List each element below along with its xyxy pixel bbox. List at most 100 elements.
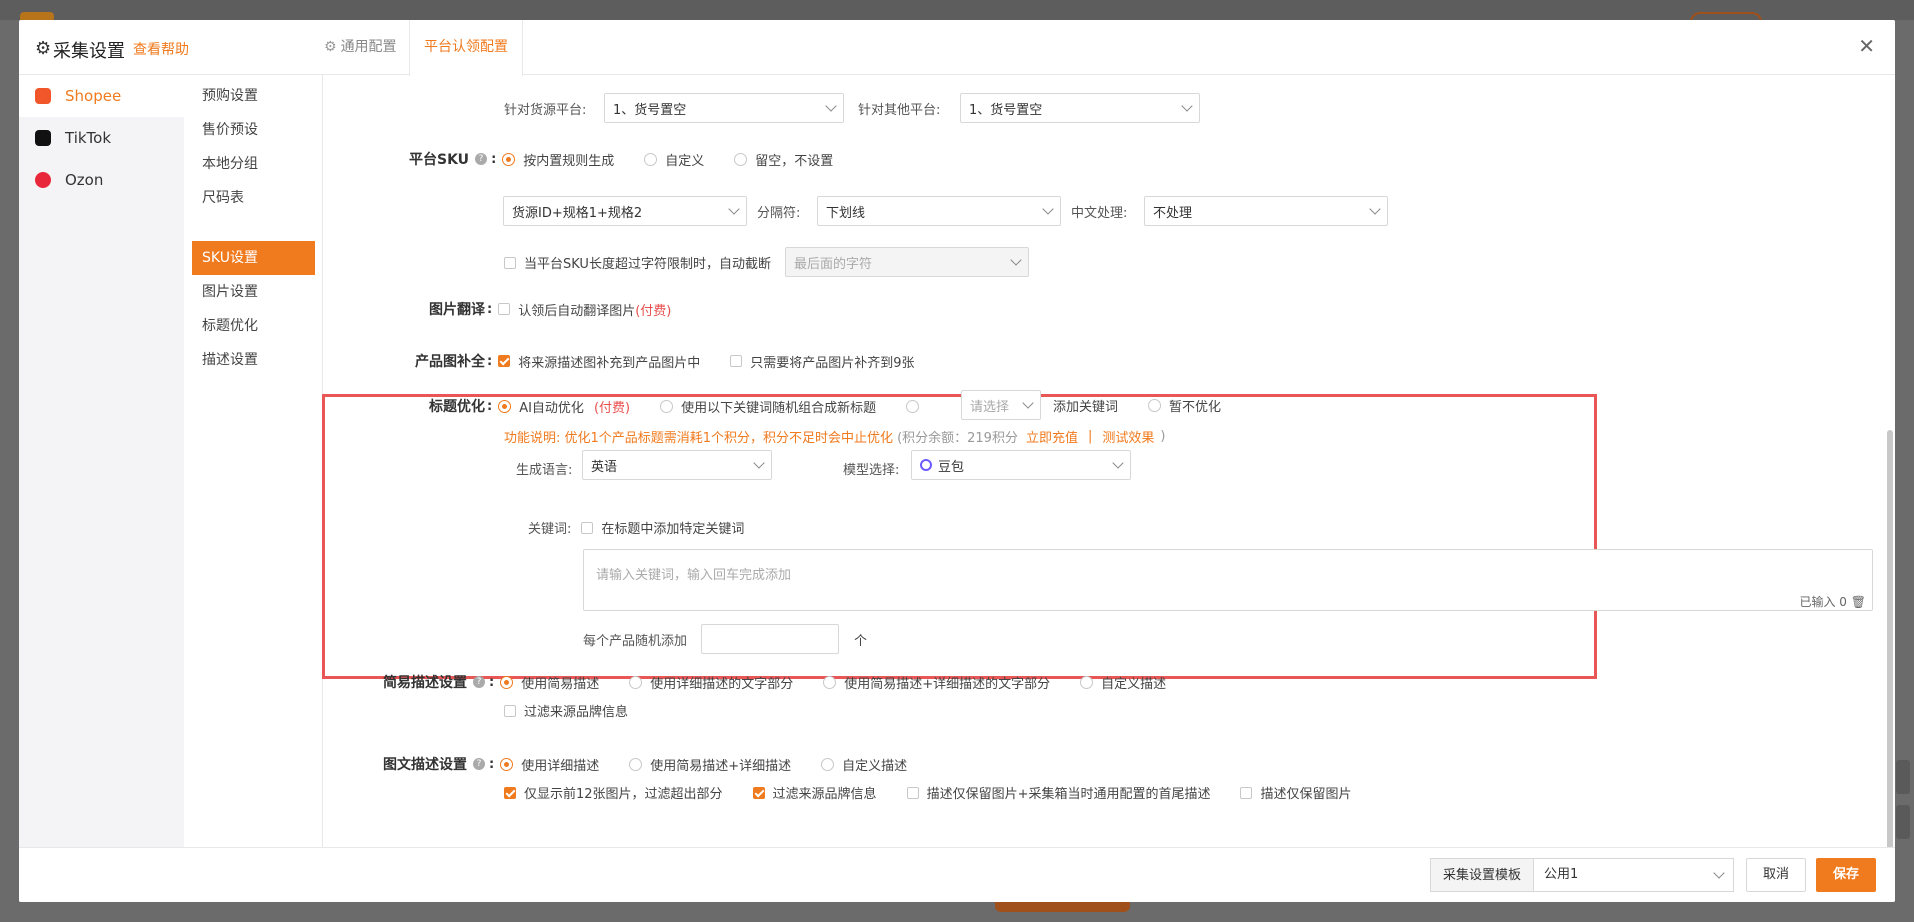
option-label: AI自动优化 [519,400,584,416]
sub-nav-item[interactable]: 售价预设 [192,113,315,147]
platform-sku-option[interactable]: 留空，不设置 [734,150,833,169]
platform-item-ozon[interactable]: Ozon [19,159,184,201]
model-select[interactable]: 豆包 [911,450,1131,480]
image-fill-option[interactable]: 只需要将产品图片补齐到9张 [730,352,915,371]
close-icon[interactable]: ✕ [1858,34,1875,58]
rich-desc-option[interactable]: 自定义描述 [821,755,907,774]
radio-icon [644,152,658,166]
truncate-select[interactable]: 最后面的字符 [785,247,1029,277]
rich-desc-check[interactable]: 过滤来源品牌信息 [752,783,877,802]
other-platform-select[interactable]: 1、货号置空 [960,93,1200,123]
separator-label: 分隔符: [757,206,801,221]
sub-nav-item[interactable]: 本地分组 [192,147,315,181]
sub-nav-item[interactable]: 预购设置 [192,79,315,113]
colon: : [489,756,495,772]
chevron-down-icon [1112,457,1124,469]
radio-icon [498,399,512,413]
simple-desc-option[interactable]: 使用详细描述的文字部分 [629,673,793,692]
checkbox-icon [752,786,765,799]
sub-nav-item[interactable]: 描述设置 [192,343,315,377]
keyword-option[interactable]: 在标题中添加特定关键词 [581,518,744,537]
rich-desc-check[interactable]: 仅显示前12张图片，过滤超出部分 [504,783,723,802]
colon: : [489,674,495,690]
colon: : [491,151,497,167]
shopee-icon [35,88,51,104]
content-scrollbar[interactable] [1887,430,1893,850]
tab-label: 通用配置 [340,39,397,55]
keyword-placeholder: 请输入关键词，输入回车完成添加 [596,568,792,583]
separator-select[interactable]: 下划线 [817,196,1061,226]
platform-sku-option[interactable]: 按内置规则生成 [502,150,614,169]
keyword-label: 关键词: [528,522,572,537]
simple-desc-option[interactable]: 使用简易描述 [500,673,599,692]
platform-item-shopee[interactable]: Shopee [19,75,184,117]
option-label: 使用以下关键词随机组合成新标题 [681,400,877,416]
platform-item-tiktok[interactable]: TikTok [19,117,184,159]
model-label: 模型选择: [843,463,900,478]
title-opt-random[interactable]: 使用以下关键词随机组合成新标题 [660,397,876,416]
cancel-button[interactable]: 取消 [1746,858,1806,892]
sub-nav-item[interactable]: 标题优化 [192,309,315,343]
modal-footer: 采集设置模板 公用1 取消 保存 [19,847,1895,902]
rich-desc-option[interactable]: 使用详细描述 [500,755,599,774]
title-opt-none[interactable]: 暂不优化 [1148,396,1221,415]
source-platform-select[interactable]: 1、货号置空 [604,93,844,123]
lang-select[interactable]: 英语 [582,450,772,480]
keyword-textarea[interactable]: 请输入关键词，输入回车完成添加 已输入 0 🗑 [583,549,1873,611]
title-opt-keyword[interactable] [906,399,927,413]
template-select[interactable]: 公用1 [1533,858,1734,892]
recharge-link[interactable]: 立即充值 [1026,427,1078,446]
help-icon[interactable]: ? [475,153,488,165]
simple-desc-option[interactable]: 使用简易描述+详细描述的文字部分 [823,673,1050,692]
checkbox-icon [906,786,919,799]
chinese-select[interactable]: 不处理 [1144,196,1388,226]
sku-rule-select[interactable]: 货源ID+规格1+规格2 [503,196,747,226]
random-add-input[interactable] [701,624,839,654]
rich-desc-check[interactable]: 描述仅保留图片 [1240,783,1351,802]
add-keyword-label: 添加关键词 [1053,400,1119,415]
close-paren: ) [1160,429,1166,444]
radio-icon [906,399,920,413]
rich-desc-option[interactable]: 使用简易描述+详细描述 [629,755,791,774]
tab-platform-config[interactable]: 平台认领配置 [409,20,523,76]
modal-header: ⚙ 采集设置 查看帮助 ⚙ 通用配置 平台认领配置 ✕ [19,20,1895,76]
paid-tag: (付费) [635,303,672,319]
select-value: 英语 [591,459,618,475]
rich-desc-check[interactable]: 描述仅保留图片+采集箱当时通用配置的首尾描述 [906,783,1210,802]
simple-desc-filter[interactable]: 过滤来源品牌信息 [504,701,628,720]
test-link[interactable]: 测试效果 [1102,427,1154,446]
help-link[interactable]: 查看帮助 [133,39,189,59]
keyword-select[interactable]: 请选择 [961,390,1041,420]
option-label: 暂不优化 [1169,400,1222,415]
help-icon[interactable]: ? [473,758,485,770]
select-value: 公用1 [1544,867,1579,882]
checkbox-icon [498,303,511,315]
platform-label: Shopee [65,87,122,105]
title-opt-ai[interactable]: AI自动优化 (付费) [498,397,630,416]
simple-desc-option[interactable]: 自定义描述 [1080,673,1166,692]
title-opt-row: 标题优化: AI自动优化 (付费) 使用以下关键词随机组合成新标题 [429,396,933,416]
trash-icon[interactable]: 🗑 [1851,595,1866,609]
image-translate-option[interactable]: 认领后自动翻译图片 (付费) [498,300,671,319]
option-label: 使用简易描述+详细描述的文字部分 [844,676,1051,692]
sub-nav-item-sku[interactable]: SKU设置 [192,241,315,275]
select-value: 请选择 [970,399,1010,415]
save-button[interactable]: 保存 [1816,858,1876,892]
title-opt-label: 标题优化 [429,399,485,415]
chinese-row: 中文处理: [1071,202,1127,221]
truncate-option[interactable]: 当平台SKU长度超过字符限制时，自动截断 [504,253,771,272]
sub-nav-item[interactable]: 图片设置 [192,275,315,309]
image-fill-option[interactable]: 将来源描述图补充到产品图片中 [498,352,700,371]
unit-row: 个 [854,630,867,649]
help-icon[interactable]: ? [473,676,485,688]
tab-general-config[interactable]: ⚙ 通用配置 [310,20,411,75]
sub-nav-item[interactable]: 尺码表 [192,181,315,215]
option-label: 仅显示前12张图片，过滤超出部分 [524,787,723,802]
checkbox-icon [504,786,516,799]
option-label: 只需要将产品图片补齐到9张 [750,355,915,371]
platform-sku-option[interactable]: 自定义 [644,150,704,169]
option-label: 将来源描述图补充到产品图片中 [518,355,701,371]
simple-desc-row: 简易描述设置 ?: 使用简易描述 使用详细描述的文字部分 使用简易描述+详细描述… [383,672,1196,692]
tiktok-icon [35,130,51,146]
add-keyword-row: 添加关键词 暂不优化 [1053,396,1251,415]
